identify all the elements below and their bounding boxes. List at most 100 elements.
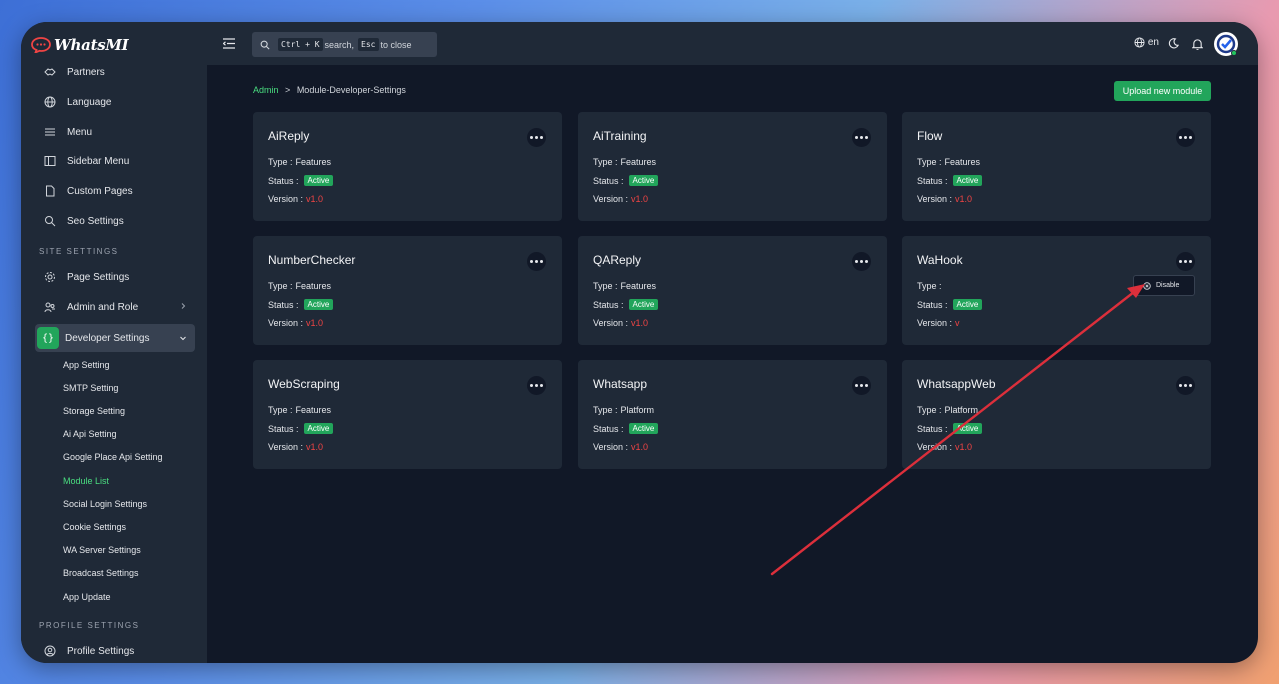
sidebar-item-sidebar-menu[interactable]: Sidebar Menu	[35, 148, 195, 174]
more-options-icon[interactable]	[1176, 128, 1195, 147]
avatar[interactable]	[1214, 32, 1238, 56]
status-label: Status :	[917, 175, 948, 186]
module-status-row: Status : Active	[593, 175, 659, 186]
sidebar-item-menu[interactable]: Menu	[35, 119, 195, 145]
more-options-icon[interactable]	[527, 128, 546, 147]
breadcrumb: Admin > Module-Developer-Settings	[253, 85, 406, 95]
search-icon	[260, 40, 270, 50]
user-circle-icon	[38, 644, 62, 658]
sidebar-item-seo-settings[interactable]: Seo Settings	[35, 208, 195, 234]
more-options-icon[interactable]	[852, 128, 871, 147]
more-options-icon[interactable]	[852, 376, 871, 395]
sidebar-item-custom-pages[interactable]: Custom Pages	[35, 178, 195, 204]
logo-text: WhatsMI	[54, 36, 129, 54]
module-card: Whatsapp Type : Platform Status : Active Vers…	[578, 360, 887, 469]
sidebar-subitem-app-setting[interactable]: App Setting	[63, 360, 110, 370]
module-card: NumberChecker Type : Features Status : Activ…	[253, 236, 562, 345]
module-card: WebScraping Type : Features Status : Active V…	[253, 360, 562, 469]
sidebar-subitem-storage-setting[interactable]: Storage Setting	[63, 406, 125, 416]
sidebar-item-label: Partners	[67, 66, 105, 78]
module-version: v1.0	[955, 194, 973, 204]
status-label: Status :	[268, 299, 299, 310]
module-version: v1.0	[631, 194, 649, 204]
type-label: Type :	[268, 157, 293, 167]
search-input[interactable]: Ctrl + K search, Esc to close	[252, 32, 437, 57]
sidebar-subitem-social-login-settings[interactable]: Social Login Settings	[63, 499, 147, 509]
sidebar-icon	[38, 154, 62, 168]
more-options-icon[interactable]	[527, 376, 546, 395]
module-card: WhatsappWeb Type : Platform Status : Active V…	[902, 360, 1211, 469]
more-options-icon[interactable]	[527, 252, 546, 271]
sidebar-item-label: Admin and Role	[67, 301, 139, 313]
type-label: Type :	[593, 405, 618, 415]
topbar-actions: en	[1058, 22, 1258, 65]
module-type-row: Type :	[917, 281, 945, 291]
more-options-icon[interactable]	[852, 252, 871, 271]
breadcrumb-root-link[interactable]: Admin	[253, 85, 279, 95]
module-status-row: Status : Active	[593, 299, 659, 310]
moon-icon[interactable]	[1168, 38, 1179, 49]
type-label: Type :	[268, 281, 293, 291]
status-label: Status :	[268, 175, 299, 186]
module-status-row: Status : Active	[268, 175, 334, 186]
language-switcher[interactable]: en	[1134, 37, 1159, 48]
sidebar-subitem-smtp-setting[interactable]: SMTP Setting	[63, 383, 118, 393]
sidebar-subitem-wa-server-settings[interactable]: WA Server Settings	[63, 545, 141, 555]
sidebar-subitem-module-list[interactable]: Module List	[63, 476, 109, 486]
sidebar-item-developer-settings[interactable]: {} Developer Settings	[35, 324, 195, 352]
module-version-row: Version : v1.0	[593, 194, 648, 204]
type-label: Type :	[917, 157, 942, 167]
upload-new-module-button[interactable]: Upload new module	[1114, 81, 1211, 101]
menu-icon	[38, 125, 62, 139]
more-options-icon[interactable]	[1176, 376, 1195, 395]
sidebar-subitem-cookie-settings[interactable]: Cookie Settings	[63, 522, 126, 532]
module-version-row: Version : v1.0	[268, 318, 323, 328]
status-label: Status :	[593, 175, 624, 186]
module-name: Whatsapp	[593, 377, 648, 391]
module-name: QAReply	[593, 253, 642, 267]
status-label: Status :	[917, 299, 948, 310]
module-status-row: Status : Active	[917, 423, 983, 434]
sidebar-item-profile-settings[interactable]: Profile Settings	[35, 638, 195, 663]
module-status-row: Status : Active	[268, 423, 334, 434]
more-options-icon[interactable]	[1176, 252, 1195, 271]
sidebar: WhatsMI Partners Language Menu Sidebar M…	[21, 22, 207, 663]
module-type-row: Type : Platform	[593, 405, 654, 415]
app-logo[interactable]: WhatsMI	[31, 36, 129, 54]
version-label: Version :	[268, 194, 304, 204]
sidebar-item-admin-and-role[interactable]: Admin and Role	[35, 294, 195, 320]
module-name: Flow	[917, 129, 943, 143]
module-version-row: Version : v1.0	[593, 442, 648, 452]
bell-icon[interactable]	[1192, 38, 1203, 50]
chevron-right-icon	[181, 303, 186, 309]
status-label: Status :	[593, 299, 624, 310]
module-version-row: Version : v1.0	[268, 442, 323, 452]
sidebar-subitem-broadcast-settings[interactable]: Broadcast Settings	[63, 568, 139, 578]
sidebar-subitem-app-update[interactable]: App Update	[63, 592, 111, 602]
sidebar-subitem-ai-api-setting[interactable]: Ai Api Setting	[63, 429, 117, 439]
module-version: v1.0	[306, 318, 324, 328]
gear-icon	[38, 270, 62, 284]
sidebar-item-label: Custom Pages	[67, 185, 133, 197]
module-status-row: Status : Active	[593, 423, 659, 434]
sidebar-item-page-settings[interactable]: Page Settings	[35, 264, 195, 290]
version-label: Version :	[593, 194, 629, 204]
module-version: v1.0	[306, 194, 324, 204]
sidebar-item-partners[interactable]: Partners	[35, 59, 195, 85]
module-version: v1.0	[955, 442, 973, 452]
status-badge: Active	[952, 299, 983, 310]
menu-toggle-icon[interactable]	[223, 38, 235, 49]
globe-icon	[38, 95, 62, 109]
sidebar-item-language[interactable]: Language	[35, 89, 195, 115]
module-name: AiTraining	[593, 129, 647, 143]
module-type-row: Type : Features	[593, 281, 656, 291]
module-type-row: Type : Features	[593, 157, 656, 167]
shortcut-key: Esc	[358, 38, 379, 51]
module-actions-dropdown[interactable]: Disable	[1133, 275, 1195, 296]
module-card: AiTraining Type : Features Status : Active Ve…	[578, 112, 887, 221]
status-badge: Active	[303, 423, 334, 434]
topbar: Ctrl + K search, Esc to close en	[207, 22, 1258, 65]
sidebar-subitem-google-place-api-setting[interactable]: Google Place Api Setting	[63, 452, 163, 462]
module-type: Features	[295, 157, 332, 167]
status-label: Status :	[917, 423, 948, 434]
